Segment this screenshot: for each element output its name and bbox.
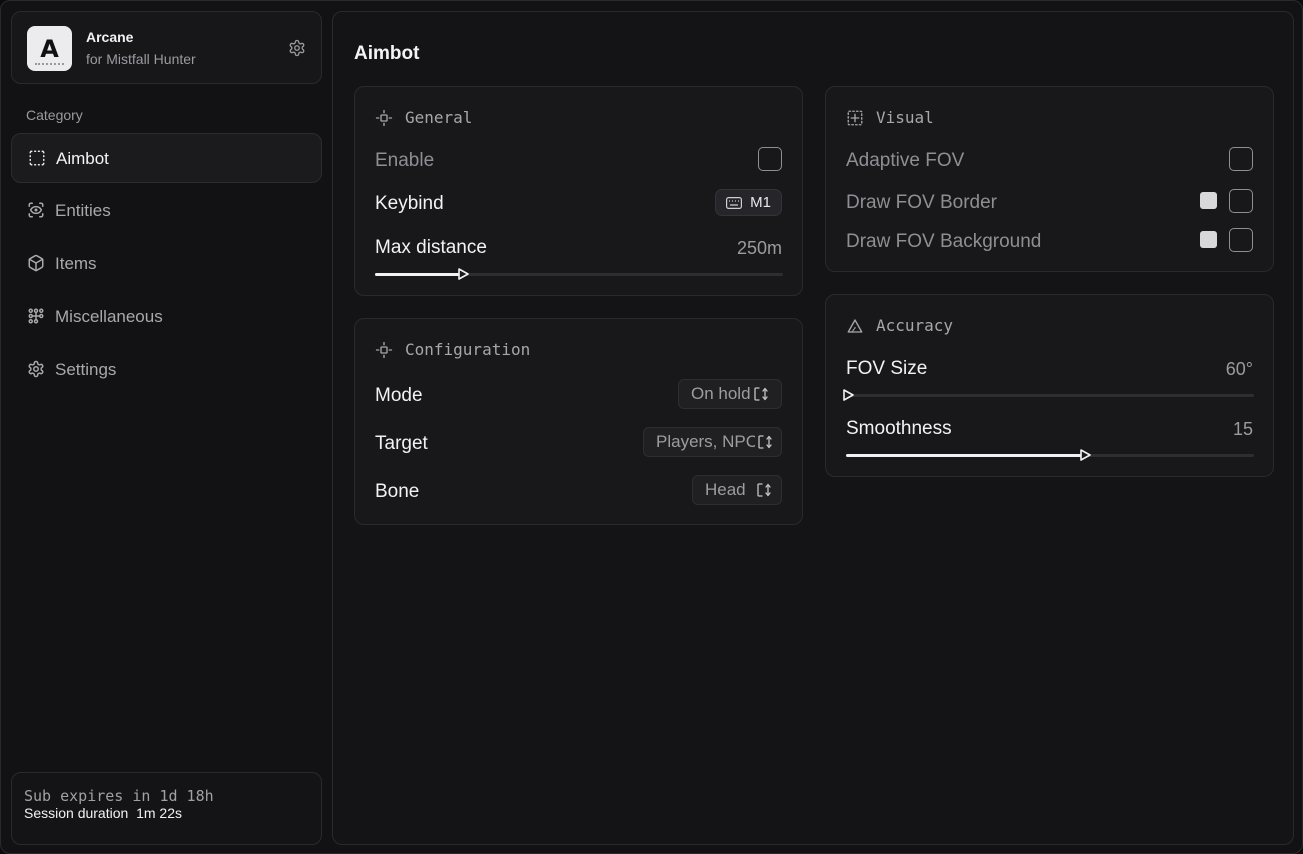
fov-size-slider[interactable] <box>843 389 1254 401</box>
focus-square-icon <box>375 109 393 126</box>
target-value: Players, NPCs <box>656 432 755 451</box>
gear-icon <box>28 360 44 378</box>
slider-fill <box>375 273 461 276</box>
chevrons-up-down-icon <box>756 483 771 497</box>
fov-size-label: FOV Size <box>846 358 928 379</box>
chevrons-up-down-icon <box>758 435 772 449</box>
max-distance-label: Max distance <box>375 237 487 258</box>
target-select[interactable]: Players, NPCs <box>643 427 782 457</box>
bone-label: Bone <box>375 481 420 502</box>
main-panel: Aimbot General Enable Keybind M1 Max dis… <box>332 11 1294 845</box>
sidebar-item-items[interactable]: Items <box>11 239 322 289</box>
mode-value: On hold <box>691 384 751 403</box>
brand-card: A Arcane for Mistfall Hunter <box>11 11 322 84</box>
sidebar-item-miscellaneous[interactable]: Miscellaneous <box>11 292 322 342</box>
configuration-panel: Configuration Mode On hold Target Player… <box>354 318 803 525</box>
keybind-value: M1 <box>750 194 771 211</box>
mode-label: Mode <box>375 385 423 406</box>
gear-icon[interactable] <box>288 39 306 57</box>
subscription-card: Sub expires in 1d 18h Session duration 1… <box>11 772 322 845</box>
sidebar-item-settings[interactable]: Settings <box>11 345 322 395</box>
keybind-button[interactable]: M1 <box>715 189 782 216</box>
smoothness-value: 15 <box>1232 419 1253 439</box>
sidebar-item-aimbot[interactable]: Aimbot <box>11 133 322 183</box>
panel-title: General <box>405 108 473 127</box>
scan-eye-icon <box>28 202 44 218</box>
adaptive-fov-label: Adaptive FOV <box>846 150 965 171</box>
sidebar-item-label: Entities <box>55 201 111 220</box>
slider-thumb[interactable] <box>457 268 469 280</box>
visual-panel: Visual Adaptive FOV Draw FOV Border Draw… <box>825 86 1274 272</box>
keyboard-icon <box>726 196 743 209</box>
general-panel: General Enable Keybind M1 Max distance 2… <box>354 86 803 296</box>
accuracy-panel: Accuracy FOV Size 60° Smoothness 15 <box>825 294 1274 477</box>
panel-title: Visual <box>876 108 934 127</box>
sidebar-item-label: Settings <box>55 360 117 379</box>
max-distance-value: 250m <box>736 238 782 258</box>
panel-title: Configuration <box>405 340 531 359</box>
keybind-label: Keybind <box>375 193 444 214</box>
draw-fov-border-label: Draw FOV Border <box>846 192 997 213</box>
sidebar-item-label: Miscellaneous <box>55 307 163 326</box>
panel-title: Accuracy <box>876 316 954 335</box>
smoothness-label: Smoothness <box>846 418 952 439</box>
bone-select[interactable]: Head <box>692 475 782 505</box>
app-logo: A <box>27 26 72 71</box>
session-duration-text: Session duration 1m 22s <box>24 805 182 821</box>
chevrons-up-down-icon <box>753 387 768 401</box>
mode-select[interactable]: On hold <box>678 379 782 409</box>
sidebar-item-label: Aimbot <box>56 149 109 168</box>
sidebar-item-label: Items <box>55 254 97 273</box>
app-name: Arcane <box>86 29 134 45</box>
slider-thumb[interactable] <box>842 389 854 401</box>
slider-fill <box>846 454 1083 457</box>
fov-background-color-swatch[interactable] <box>1200 231 1217 248</box>
app-subtitle: for Mistfall Hunter <box>86 51 196 67</box>
focus-square-icon <box>375 341 393 358</box>
sparkle-square-icon <box>847 110 863 125</box>
grid-nodes-icon <box>28 308 44 324</box>
dashed-square-icon <box>29 150 45 166</box>
app-window: A Arcane for Mistfall Hunter Category Ai… <box>0 0 1303 854</box>
triangle-icon <box>847 318 863 333</box>
draw-fov-background-label: Draw FOV Background <box>846 231 1042 252</box>
draw-fov-border-checkbox[interactable] <box>1229 189 1253 213</box>
enable-label: Enable <box>375 150 435 171</box>
sidebar-item-entities[interactable]: Entities <box>11 186 322 236</box>
draw-fov-background-checkbox[interactable] <box>1229 228 1253 252</box>
target-label: Target <box>375 433 428 454</box>
fov-size-value: 60° <box>1225 359 1253 379</box>
max-distance-slider[interactable] <box>375 268 783 280</box>
bone-value: Head <box>705 480 746 499</box>
adaptive-fov-checkbox[interactable] <box>1229 147 1253 171</box>
slider-thumb[interactable] <box>1079 449 1091 461</box>
logo-letter: A <box>40 34 59 63</box>
cube-icon <box>28 254 44 272</box>
fov-border-color-swatch[interactable] <box>1200 192 1217 209</box>
page-title: Aimbot <box>354 43 420 64</box>
smoothness-slider[interactable] <box>846 449 1254 461</box>
enable-checkbox[interactable] <box>758 147 782 171</box>
sub-expires-text: Sub expires in 1d 18h <box>24 787 214 805</box>
category-label: Category <box>26 107 83 123</box>
